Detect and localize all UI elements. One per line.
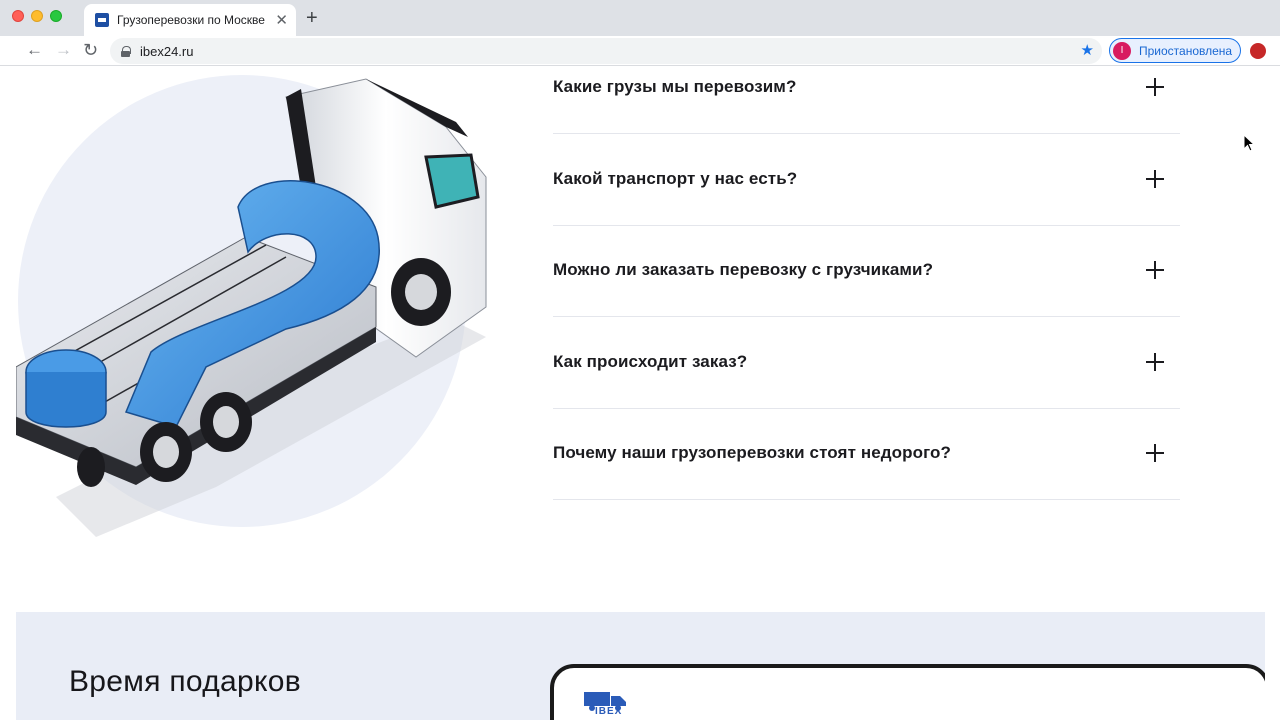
extension-icon[interactable] [1250, 43, 1266, 59]
minimize-window-button[interactable] [31, 10, 43, 22]
plus-icon[interactable] [1146, 352, 1164, 371]
faq-item[interactable]: Какие грузы мы перевозим? [553, 67, 1180, 134]
reload-icon[interactable]: ↻ [83, 40, 98, 60]
gifts-section-title: Время подарков [69, 665, 302, 698]
gift-card-logo-text: IBEX [595, 706, 623, 717]
tab-close-icon[interactable]: ✕ [275, 13, 288, 28]
faq-question[interactable]: Как происходит заказ? [553, 352, 747, 372]
tab-strip: Грузоперевозки по Москве и ✕ + [0, 0, 1280, 36]
profile-status-label: Приостановлена [1139, 43, 1233, 58]
faq-question[interactable]: Какой транспорт у нас есть? [553, 169, 797, 189]
browser-tab-active[interactable]: Грузоперевозки по Москве и ✕ [84, 4, 296, 36]
url-text[interactable]: ibex24.ru [140, 44, 193, 59]
faq-question[interactable]: Какие грузы мы перевозим? [553, 77, 796, 97]
browser-window: Грузоперевозки по Москве и ✕ + ← → ↻ ibe… [0, 0, 1280, 720]
lock-icon[interactable] [121, 45, 131, 57]
browser-toolbar: ← → ↻ ibex24.ru ★ I Приостановлена [0, 36, 1280, 66]
bookmark-star-icon[interactable]: ★ [1081, 41, 1094, 59]
maximize-window-button[interactable] [50, 10, 62, 22]
plus-icon[interactable] [1146, 169, 1164, 188]
close-window-button[interactable] [12, 10, 24, 22]
back-arrow-icon[interactable]: ← [26, 40, 43, 60]
faq-item[interactable]: Какой транспорт у нас есть? [553, 134, 1180, 226]
faq-question[interactable]: Почему наши грузоперевозки стоят недорог… [553, 443, 951, 463]
faq-question[interactable]: Можно ли заказать перевозку с грузчиками… [553, 260, 933, 280]
faq-list: Какие грузы мы перевозим? Какой транспор… [553, 67, 1180, 500]
new-tab-button[interactable]: + [306, 8, 318, 28]
mouse-cursor-icon [1243, 134, 1255, 152]
faq-item[interactable]: Можно ли заказать перевозку с грузчиками… [553, 226, 1180, 317]
address-bar[interactable]: ibex24.ru ★ [110, 38, 1102, 64]
gifts-section: Время подарков IBEX [16, 612, 1265, 720]
plus-icon[interactable] [1146, 444, 1164, 462]
faq-item[interactable]: Почему наши грузоперевозки стоят недорог… [553, 409, 1180, 500]
tab-title: Грузоперевозки по Москве и [117, 13, 269, 27]
page-viewport: Какие грузы мы перевозим? Какой транспор… [16, 67, 1265, 720]
profile-button[interactable]: I Приостановлена [1109, 38, 1241, 63]
plus-icon[interactable] [1146, 261, 1164, 279]
gift-card[interactable]: IBEX [550, 664, 1265, 720]
forward-arrow-icon[interactable]: → [55, 40, 72, 60]
faq-item[interactable]: Как происходит заказ? [553, 317, 1180, 409]
truck-question-illustration [16, 78, 487, 537]
plus-icon[interactable] [1146, 78, 1164, 96]
avatar: I [1113, 41, 1131, 60]
site-favicon-icon [95, 13, 109, 27]
